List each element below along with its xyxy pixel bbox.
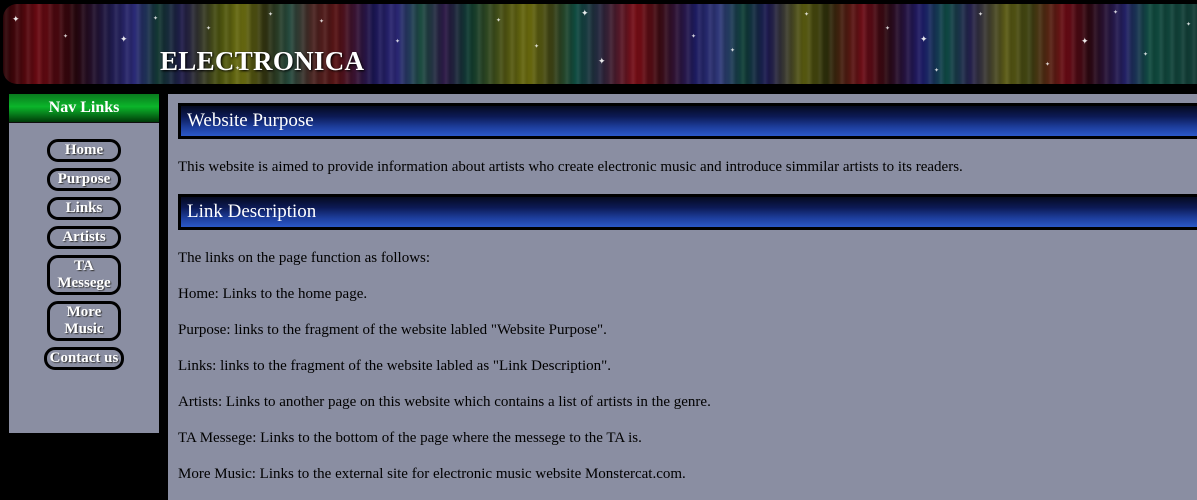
nav-item-purpose[interactable]: Purpose [47,168,121,191]
links-intro-text: The links on the page function as follow… [178,250,431,266]
star-decoration: ✦ [153,15,159,22]
nav-item-ta-messege[interactable]: TA Messege [47,255,121,295]
nav-links-header: Nav Links [9,94,159,123]
star-decoration: ✦ [496,17,502,24]
header-banner: ✦ ✦ ✦ ✦ ✦ ✦ ✦ ✦ ✦ ✦ ✦ ✦ ✦ ✦ ✦ ✦ ✦ ✦ ✦ ✦ … [3,4,1197,84]
sidebar-nav: Nav Links Home Purpose Links Artists TA … [9,94,159,433]
star-decoration: ✦ [1143,51,1149,58]
nav-item-links[interactable]: Links [47,197,121,220]
link-description-item: Links: links to the fragment of the webs… [178,358,611,374]
star-decoration: ✦ [1113,9,1119,16]
star-decoration: ✦ [63,33,69,40]
star-decoration: ✦ [730,47,736,54]
star-decoration: ✦ [206,25,212,32]
link-description-heading: Link Description [178,194,1197,230]
star-decoration: ✦ [691,33,697,40]
website-purpose-heading: Website Purpose [178,103,1197,139]
page: ✦ ✦ ✦ ✦ ✦ ✦ ✦ ✦ ✦ ✦ ✦ ✦ ✦ ✦ ✦ ✦ ✦ ✦ ✦ ✦ … [0,0,1197,500]
star-decoration: ✦ [1081,37,1089,47]
star-decoration: ✦ [12,15,20,25]
link-description-item: Purpose: links to the fragment of the we… [178,322,607,338]
link-description-item: Home: Links to the home page. [178,286,368,302]
star-decoration: ✦ [1186,21,1192,28]
nav-item-home[interactable]: Home [47,139,121,162]
star-decoration: ✦ [268,11,274,18]
purpose-text: This website is aimed to provide informa… [178,159,963,175]
star-decoration: ✦ [598,57,606,67]
nav-list: Home Purpose Links Artists TA Messege Mo… [9,123,159,376]
star-decoration: ✦ [395,38,401,45]
star-decoration: ✦ [934,67,940,74]
star-decoration: ✦ [920,35,928,45]
star-decoration: ✦ [1045,61,1051,68]
nav-item-contact-us[interactable]: Contact us [44,347,124,370]
nav-item-artists[interactable]: Artists [47,226,121,249]
star-decoration: ✦ [978,11,984,18]
star-decoration: ✦ [581,9,589,19]
link-description-item: More Music: Links to the external site f… [178,466,686,482]
star-decoration: ✦ [885,25,891,32]
site-title: ELECTRONICA [160,46,365,76]
nav-item-more-music[interactable]: More Music [47,301,121,341]
star-decoration: ✦ [804,11,810,18]
link-description-item: TA Messege: Links to the bottom of the p… [178,430,642,446]
link-description-item: Artists: Links to another page on this w… [178,394,711,410]
main-content: Website Purpose This website is aimed to… [168,94,1197,500]
star-decoration: ✦ [319,18,325,25]
star-decoration: ✦ [120,35,128,45]
star-decoration: ✦ [534,43,540,50]
